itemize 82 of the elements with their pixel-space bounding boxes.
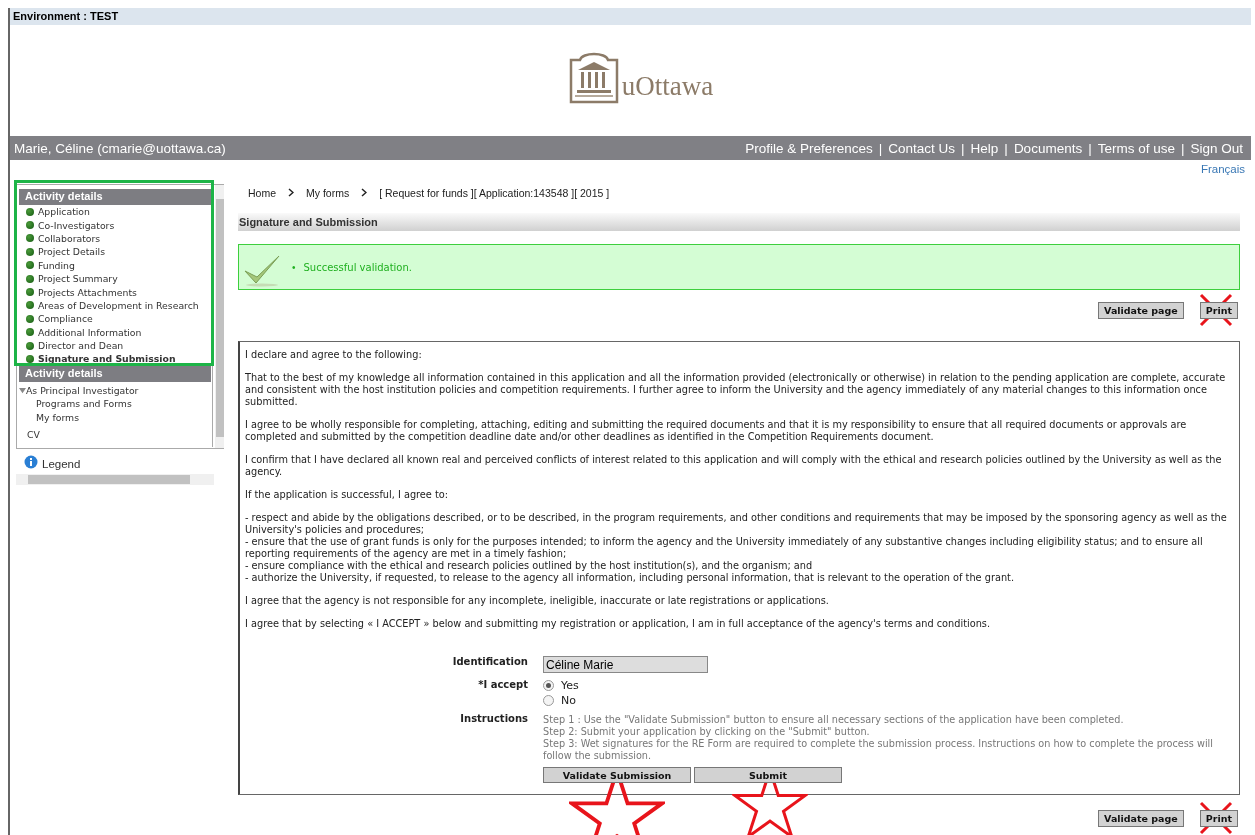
separator: | (1180, 140, 1185, 156)
bullet: • (292, 261, 296, 273)
scrollbar[interactable] (215, 185, 224, 448)
status-dot-icon (26, 301, 34, 310)
separator: | (1088, 140, 1092, 156)
nav-item[interactable]: Areas of Development in Research (19, 298, 213, 313)
separator: | (878, 140, 883, 156)
separator: | (1004, 140, 1008, 156)
field-label: *I accept (477, 679, 528, 692)
declaration-paragraph: I agree that by selecting « I ACCEPT » below and submitting my registration or application, I am in full acceptance of the agency's terms and conditions. (245, 618, 992, 630)
status-dot-icon (26, 221, 34, 230)
separator: | (961, 140, 965, 156)
legend-label[interactable]: Legend (42, 458, 81, 470)
declaration-paragraph: I confirm that I have declared all known real and perceived conflicts of interest related to this application and will comply with the ethical and research policies outlined by the University as well as the agency. (245, 454, 1223, 478)
instruction-step: Step 1 : Use the "Validate Submission" button to ensure all necessary sections of the application have been completed. (543, 714, 1233, 726)
status-dot-icon (26, 234, 34, 243)
declaration-paragraph: I declare and agree to the following: (245, 349, 423, 361)
breadcrumb-link[interactable]: Home (248, 187, 276, 199)
radio-option[interactable]: No (543, 694, 1233, 707)
declaration-paragraph: If the application is successful, I agree to: (245, 489, 450, 501)
section-header: Activity details (19, 189, 212, 205)
header-link[interactable]: Contact Us (888, 140, 956, 156)
nav-item[interactable]: Funding (19, 258, 213, 272)
field-label: Identification (451, 656, 528, 669)
action-button[interactable]: Print (1199, 810, 1238, 827)
action-button[interactable]: Submit (694, 767, 842, 783)
language-link[interactable]: Français (1200, 163, 1245, 176)
caret-icon (19, 386, 26, 394)
declaration-paragraph: I agree that the agency is not responsible for any incomplete, ineligible, inaccurate or late registrations or applications. (245, 595, 830, 607)
instruction-step: Step 2: Submit your application by clicking on the "Submit" button. (543, 726, 1233, 738)
scrollbar[interactable] (16, 474, 214, 485)
nav-item[interactable]: Signature and Submission (19, 352, 213, 366)
field-label: Instructions (459, 713, 528, 726)
header-link[interactable]: Help (970, 140, 999, 156)
radio-button[interactable] (543, 695, 554, 706)
status-dot-icon (26, 341, 34, 350)
nav-item[interactable]: Co-Investigators (19, 218, 213, 232)
status-dot-icon (26, 261, 34, 270)
environment-bar: Environment : TEST (10, 8, 1251, 25)
radio-button[interactable] (543, 680, 554, 691)
action-button[interactable]: Validate page (1098, 302, 1184, 319)
nav-item[interactable]: Application (19, 205, 213, 219)
nav-item[interactable]: Director and Dean (19, 338, 213, 353)
tree-item[interactable]: CV (19, 427, 213, 442)
action-button[interactable]: Validate Submission (543, 767, 691, 783)
nav-item[interactable]: Projects Attachments (19, 285, 213, 299)
breadcrumb-current: [ Request for funds ][ Application:143548 ][ 2015 ] (379, 187, 610, 199)
status-dot-icon (26, 314, 34, 323)
radio-option[interactable]: Yes (543, 679, 1233, 692)
status-dot-icon (26, 247, 34, 256)
status-dot-icon (26, 288, 34, 297)
declaration-paragraph: I agree to be wholly responsible for completing, attaching, editing and submitting the required documents and that it is my responsibility to ensure that all required documents or approvals are completed and submitted by the competition deadline date and/or other deadlines as identified in the Competition Requirements document. (245, 419, 1188, 443)
checkmark-icon (242, 253, 282, 287)
header-link[interactable]: Profile & Preferences (745, 140, 873, 156)
nav-item[interactable]: Project Details (19, 245, 213, 259)
user-name: Marie, Céline (cmarie@uottawa.ca) (14, 140, 226, 156)
header-link[interactable]: Terms of use (1097, 140, 1175, 156)
action-button[interactable]: Print (1199, 302, 1238, 319)
nav-item[interactable]: Compliance (19, 312, 213, 326)
chevron-icon (288, 187, 294, 199)
breadcrumb-link[interactable]: My forms (306, 187, 350, 199)
status-dot-icon (26, 355, 34, 363)
header-link[interactable]: Documents (1013, 140, 1083, 156)
action-button[interactable]: Validate page (1098, 810, 1184, 827)
section-title: Signature and Submission (238, 213, 1240, 231)
declaration-paragraph: - respect and abide by the obligations described, or to be described, in the program requirements, and other conditions and requirements that may be imposed by the sponsoring agency as well as the University's policies and procedures; - ensure that the use of grant funds is only for the purposes intended; to inform the agency and the University immediately of any substantive changes including eligibility status; and to ensure all reporting requirements of the agency are met in a timely fashion; - ensure compliance with the ethical and research policies outlined by the host institution(s), and the organism; and - authorize the University, if requested, to release to the agency all information, including personal information, that is relevant to the operation of the grant. (245, 512, 1228, 584)
tree-item[interactable]: As Principal Investigator (19, 383, 213, 398)
status-dot-icon (26, 207, 34, 216)
identification-field[interactable]: Céline Marie (543, 656, 708, 673)
tree-item[interactable]: My forms (19, 410, 213, 424)
nav-item[interactable]: Project Summary (19, 271, 213, 286)
declaration-paragraph: That to the best of my knowledge all information contained in this application and all the information provided (electronically or otherwise) in relation to the pending application are complete, accurate and consistent with the host institution policies and competition requirements. I further agree to inform the University and the agency immediately of any material changes to this information once submitted. (245, 372, 1227, 408)
success-message: Successful validation. (303, 261, 412, 273)
tree-item[interactable]: Programs and Forms (19, 397, 213, 411)
status-dot-icon (26, 328, 34, 337)
header-link[interactable]: Sign Out (1190, 140, 1243, 156)
logo-text: uOttawa (621, 72, 714, 100)
instruction-step: Step 3: Wet signatures for the RE Form are required to complete the submission process. Instructions on how to complete the process will follow the submission. (543, 738, 1233, 762)
chevron-icon (361, 187, 368, 199)
nav-item[interactable]: Additional Information (19, 325, 213, 339)
nav-item[interactable]: Collaborators (19, 231, 213, 246)
status-dot-icon (26, 274, 34, 283)
